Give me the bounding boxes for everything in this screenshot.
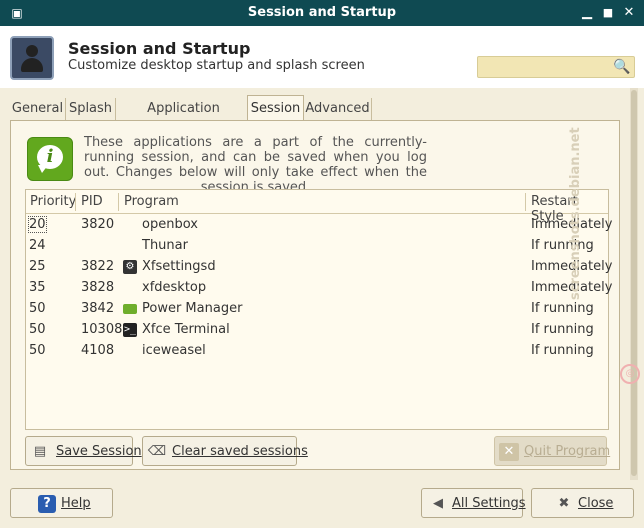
header: Session and Startup Customize desktop st… xyxy=(0,26,644,88)
pid-cell: 10308 xyxy=(81,322,123,337)
scrollbar[interactable] xyxy=(630,88,638,480)
info-text: These applications are a part of the cur… xyxy=(84,135,427,195)
restart-cell: If running xyxy=(531,343,594,358)
settings-icon: ⚙ xyxy=(123,260,137,274)
table-row[interactable]: 35 3828 xfdesktop Immediately xyxy=(26,278,612,299)
program-cell: Power Manager xyxy=(142,301,243,316)
program-cell: iceweasel xyxy=(142,343,206,358)
table-row[interactable]: 25 3822 ⚙ Xfsettingsd Immediately xyxy=(26,257,612,278)
pid-cell: 3822 xyxy=(81,259,115,274)
program-cell: xfdesktop xyxy=(142,280,207,295)
priority-cell: 25 xyxy=(29,259,46,274)
pid-cell: 3842 xyxy=(81,301,115,316)
priority-cell: 50 xyxy=(29,343,46,358)
all-settings-button[interactable]: ◀ All Settings xyxy=(421,488,526,518)
table-row[interactable]: 50 3842 Power Manager If running xyxy=(26,299,608,320)
quit-program-button[interactable]: ✕ Quit Program xyxy=(494,436,610,466)
table-header: Priority PID Program Restart Style xyxy=(26,190,608,224)
priority-cell: 35 xyxy=(29,280,46,295)
pid-cell: 3820 xyxy=(81,217,115,232)
terminal-icon: >_ xyxy=(123,323,137,337)
battery-icon xyxy=(123,304,137,314)
column-priority[interactable]: Priority xyxy=(30,194,76,209)
info-icon: i xyxy=(27,137,73,181)
session-table[interactable]: Priority PID Program Restart Style 20 38… xyxy=(25,189,612,430)
minimize-icon[interactable]: ▁ xyxy=(578,4,596,22)
header-title: Session and Startup xyxy=(68,39,251,58)
tab-session[interactable]: Session xyxy=(247,95,304,121)
tab-advanced[interactable]: Advanced xyxy=(304,98,372,120)
tab-splash[interactable]: Splash xyxy=(66,98,116,120)
pid-cell: 3828 xyxy=(81,280,115,295)
maximize-icon[interactable]: ■ xyxy=(599,4,617,22)
debian-logo-icon: ◎ xyxy=(620,364,640,384)
help-button[interactable]: ? Help xyxy=(10,488,113,518)
program-cell: Xfce Terminal xyxy=(142,322,230,337)
header-subtitle: Customize desktop startup and splash scr… xyxy=(68,58,365,73)
close-icon[interactable]: ✕ xyxy=(620,4,638,22)
table-row[interactable]: 24 Thunar If running xyxy=(26,236,608,257)
column-program[interactable]: Program xyxy=(124,194,179,209)
save-icon: ▤ xyxy=(33,444,47,459)
tab-general[interactable]: General xyxy=(10,98,66,120)
close-button[interactable]: ✖ Close xyxy=(531,488,634,518)
priority-cell: 24 xyxy=(29,238,46,253)
clear-sessions-button[interactable]: ⌫ Clear saved sessions xyxy=(142,436,308,466)
priority-cell: 20 xyxy=(28,216,47,233)
restart-cell: If running xyxy=(531,322,594,337)
title-bar[interactable]: ▣ Session and Startup ▁ ■ ✕ xyxy=(0,0,644,26)
watermark-text: screenshots.debian.net xyxy=(568,127,583,300)
program-cell: openbox xyxy=(142,217,198,232)
close-icon: ✖ xyxy=(558,496,570,511)
session-user-icon xyxy=(10,36,54,80)
program-cell: Xfsettingsd xyxy=(142,259,216,274)
priority-cell: 50 xyxy=(29,301,46,316)
table-row[interactable]: 50 4108 iceweasel If running xyxy=(26,341,608,362)
program-cell: Thunar xyxy=(142,238,188,253)
table-row[interactable]: 20 3820 openbox Immediately xyxy=(26,215,612,236)
column-pid[interactable]: PID xyxy=(81,194,103,209)
help-icon: ? xyxy=(38,495,56,513)
clear-icon: ⌫ xyxy=(147,444,167,459)
quit-icon: ✕ xyxy=(499,443,519,461)
back-arrow-icon: ◀ xyxy=(433,496,443,511)
save-session-button[interactable]: ▤ Save Session xyxy=(25,436,142,466)
session-panel: i These applications are a part of the c… xyxy=(10,120,620,470)
tab-application-autostart[interactable]: Application Autostart xyxy=(116,98,252,137)
restart-cell: If running xyxy=(531,238,594,253)
pid-cell: 4108 xyxy=(81,343,115,358)
priority-cell: 50 xyxy=(29,322,46,337)
window-title: Session and Startup xyxy=(247,5,397,20)
search-icon[interactable]: 🔍 xyxy=(612,56,632,78)
table-row[interactable]: 50 10308 >_ Xfce Terminal If running xyxy=(26,320,608,341)
restart-cell: If running xyxy=(531,301,594,316)
